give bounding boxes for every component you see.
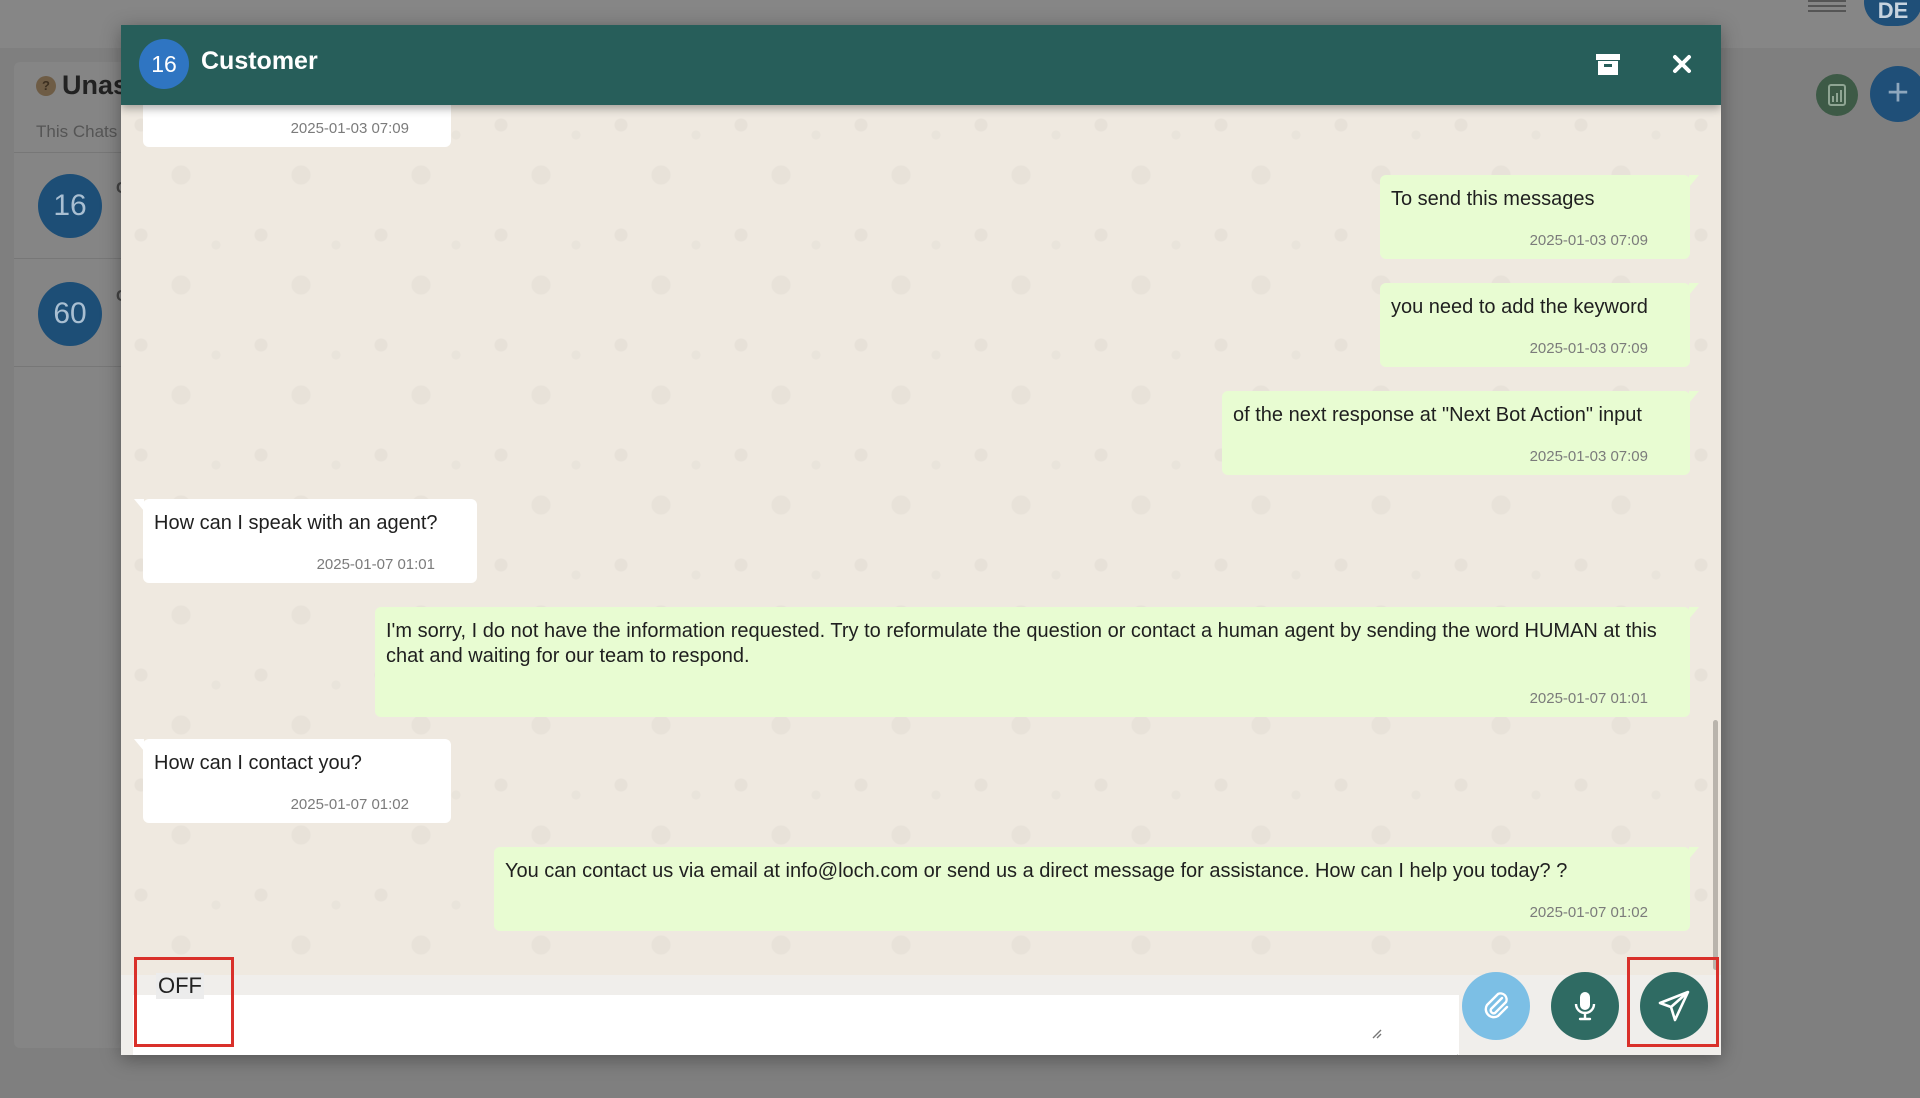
chat-modal: 16 Customer 2025-01-03 07:09 To send thi… (121, 25, 1721, 1055)
archive-button[interactable] (1595, 51, 1621, 77)
close-icon (1673, 55, 1691, 73)
attach-button[interactable] (1462, 972, 1530, 1040)
microphone-icon (1574, 992, 1596, 1021)
incoming-message: How can I speak with an agent? 2025-01-0… (134, 499, 477, 583)
message-time: 2025-01-07 01:01 (1529, 690, 1648, 707)
chat-item-avatar[interactable]: 60 (38, 282, 102, 346)
chat-messages-area[interactable]: 2025-01-03 07:09 To send this messages 2… (121, 81, 1721, 975)
message-text: I'm sorry, I do not have the information… (386, 620, 1657, 667)
message-time: 2025-01-03 07:09 (290, 120, 409, 137)
chat-item-avatar[interactable]: 16 (38, 174, 102, 238)
add-button[interactable]: + (1870, 66, 1920, 122)
incoming-message: How can I contact you? 2025-01-07 01:02 (134, 739, 451, 823)
message-text: you need to add the keyword (1391, 296, 1648, 318)
close-button[interactable] (1667, 49, 1697, 79)
paperclip-icon (1484, 992, 1509, 1019)
microphone-button[interactable] (1551, 972, 1619, 1040)
contact-avatar: 16 (139, 39, 189, 89)
report-button[interactable] (1816, 74, 1858, 116)
outgoing-message: of the next response at "Next Bot Action… (1222, 391, 1699, 475)
message-text: You can contact us via email at info@loc… (505, 860, 1568, 882)
scrollbar-thumb[interactable] (1713, 720, 1718, 970)
message-input[interactable] (133, 995, 1459, 1055)
resize-handle-icon[interactable] (1370, 1027, 1382, 1039)
outgoing-message: you need to add the keyword 2025-01-03 0… (1380, 283, 1699, 367)
plus-icon: + (1886, 72, 1910, 114)
modal-header: 16 Customer (121, 25, 1721, 105)
send-button[interactable] (1640, 972, 1708, 1040)
message-text: To send this messages (1391, 188, 1595, 210)
message-time: 2025-01-03 07:09 (1529, 232, 1648, 249)
message-time: 2025-01-03 07:09 (1529, 340, 1648, 357)
message-time: 2025-01-07 01:02 (1529, 904, 1648, 921)
message-text: How can I contact you? (154, 752, 362, 774)
message-text: of the next response at "Next Bot Action… (1233, 404, 1642, 426)
chat-list-header: ? Unas (36, 70, 128, 101)
report-icon (1828, 84, 1846, 106)
outgoing-message: You can contact us via email at info@loc… (494, 847, 1699, 931)
question-icon[interactable]: ? (36, 75, 56, 96)
message-time: 2025-01-03 07:09 (1529, 448, 1648, 465)
message-text: How can I speak with an agent? (154, 512, 438, 534)
outgoing-message: I'm sorry, I do not have the information… (375, 607, 1699, 717)
outgoing-message: To send this messages 2025-01-03 07:09 (1380, 175, 1699, 259)
contact-name: Customer (201, 47, 318, 75)
chat-list-title: Unas (62, 70, 129, 100)
archive-icon (1596, 54, 1620, 75)
hamburger-icon[interactable] (1808, 0, 1846, 14)
send-icon (1658, 990, 1690, 1022)
message-time: 2025-01-07 01:02 (290, 796, 409, 813)
message-time: 2025-01-07 01:01 (316, 556, 435, 573)
chat-list-subtitle: This Chats (36, 122, 118, 141)
